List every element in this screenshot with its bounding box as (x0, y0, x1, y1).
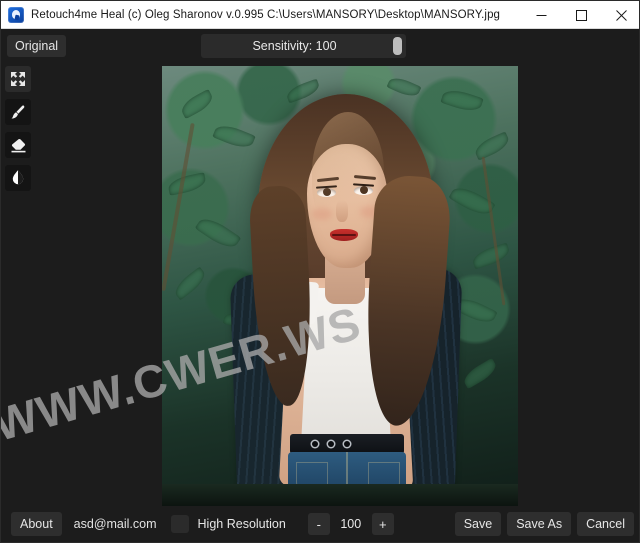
opacity-drop-icon[interactable] (5, 165, 31, 191)
photo-preview (162, 66, 518, 508)
action-buttons: Save Save As Cancel (454, 512, 634, 536)
application-window: Retouch4me Heal (c) Oleg Sharonov v.0.99… (0, 0, 640, 543)
ground (162, 484, 518, 508)
top-toolbar: Original Sensitivity: 100 (1, 29, 639, 63)
person-subject (162, 66, 518, 508)
save-button[interactable]: Save (454, 512, 502, 536)
left-toolbar (5, 66, 33, 191)
sensitivity-label: Sensitivity: 100 (252, 39, 337, 53)
close-icon[interactable] (601, 1, 639, 29)
decrease-button[interactable]: - (307, 513, 330, 535)
cancel-button[interactable]: Cancel (577, 512, 634, 536)
amount-stepper: - 100 + (307, 513, 394, 535)
sensitivity-slider-handle[interactable] (393, 37, 402, 55)
belt-eyelet (344, 441, 350, 447)
minimize-icon[interactable] (521, 1, 561, 29)
maximize-icon[interactable] (561, 1, 601, 29)
high-resolution-checkbox[interactable] (170, 515, 189, 533)
hair-highlight (312, 112, 384, 232)
window-controls (521, 1, 639, 29)
save-as-button[interactable]: Save As (507, 512, 572, 536)
bottom-toolbar: About asd@mail.com High Resolution - 100… (1, 506, 639, 542)
original-button[interactable]: Original (7, 35, 67, 57)
about-button[interactable]: About (11, 512, 62, 536)
retouch4me-app-icon (8, 6, 24, 23)
increase-button[interactable]: + (371, 513, 394, 535)
image-canvas[interactable] (162, 66, 518, 508)
account-email: asd@mail.com (73, 517, 157, 531)
amount-value: 100 (340, 517, 362, 531)
brush-icon[interactable] (5, 99, 31, 125)
window-title: Retouch4me Heal (c) Oleg Sharonov v.0.99… (31, 8, 501, 21)
eraser-icon[interactable] (5, 132, 31, 158)
belt-eyelet (312, 441, 318, 447)
fit-to-screen-icon[interactable] (5, 66, 31, 92)
belt-eyelet (328, 441, 334, 447)
sensitivity-slider[interactable]: Sensitivity: 100 (201, 34, 406, 58)
title-bar: Retouch4me Heal (c) Oleg Sharonov v.0.99… (1, 1, 639, 29)
high-resolution-label: High Resolution (197, 517, 286, 531)
